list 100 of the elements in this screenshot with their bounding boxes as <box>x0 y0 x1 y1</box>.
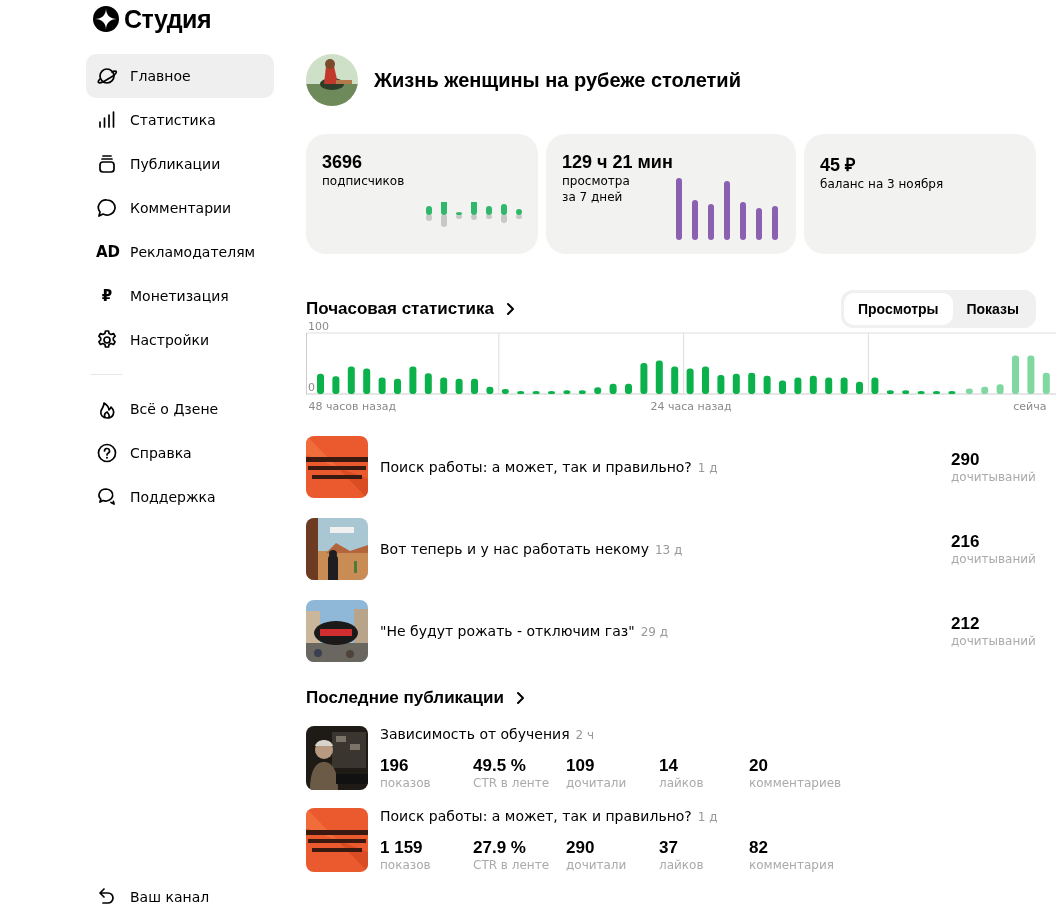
bar <box>763 375 771 394</box>
stat-value: 14 <box>659 756 679 776</box>
planet-icon <box>96 65 118 87</box>
bar <box>948 390 956 394</box>
settings-icon <box>96 329 118 351</box>
bar <box>594 387 602 394</box>
stat-value: 1 159 <box>380 838 424 858</box>
post-title[interactable]: Поиск работы: а может, так и правильно? <box>380 459 692 475</box>
stat-value: 37 <box>659 838 679 858</box>
stat-caption: подписчиков <box>322 173 406 189</box>
sidebar-item[interactable]: Всё о Дзене <box>86 387 274 431</box>
stat-value: 3696 <box>322 152 364 173</box>
bar <box>424 373 432 394</box>
bar <box>347 366 355 394</box>
logo-icon <box>92 5 120 33</box>
tab[interactable]: Просмотры <box>844 293 953 325</box>
bar <box>917 390 925 394</box>
post-age: 1 д <box>697 461 718 475</box>
stat-value: 212 <box>951 614 981 634</box>
sidebar-item[interactable]: Настройки <box>86 318 274 362</box>
chevron-icon <box>505 302 516 316</box>
help-icon <box>96 442 118 464</box>
stat-value: 82 <box>749 838 769 858</box>
axis-label: 24 часа назад <box>650 400 732 413</box>
stat-caption: показов <box>380 776 432 790</box>
speech-bubble-icon <box>96 197 118 219</box>
sidebar-item[interactable]: Справка <box>86 431 274 475</box>
bar <box>671 366 679 394</box>
bar <box>394 378 401 394</box>
bar <box>686 368 694 394</box>
bar <box>471 378 478 394</box>
bar <box>981 386 989 394</box>
stat-caption: дочитали <box>566 776 628 790</box>
chat-icon <box>96 486 118 508</box>
stat-caption: комментария <box>749 858 835 872</box>
post-age: 1 д <box>697 810 718 824</box>
section-title: Почасовая статистика <box>306 299 494 319</box>
axis-label: 100 <box>308 320 329 333</box>
bar <box>532 390 540 394</box>
stat-caption: дочитываний <box>951 634 1036 648</box>
post-age: 13 д <box>654 543 683 557</box>
stat-caption: CTR в ленте <box>473 776 551 790</box>
bar <box>732 373 740 394</box>
channel-title: Жизнь женщины на рубеже столетий <box>374 68 741 92</box>
bar <box>578 390 586 394</box>
stat-value: 49.5 % <box>473 756 527 776</box>
bar <box>794 377 802 394</box>
sidebar-item[interactable]: Ваш канал <box>86 875 274 919</box>
post-title[interactable]: Вот теперь и у нас работать некому <box>380 541 649 557</box>
axis-label: 0 <box>308 381 315 394</box>
bar <box>717 375 725 394</box>
sidebar-item[interactable]: ₽ Монетизация <box>86 274 274 318</box>
stat-value: 290 <box>566 838 596 858</box>
bar <box>965 388 973 394</box>
stat-value: 216 <box>951 532 981 552</box>
ruble-icon: ₽ <box>96 287 118 305</box>
sidebar-item[interactable]: Комментарии <box>86 186 274 230</box>
bar <box>501 389 509 394</box>
post-title[interactable]: Зависимость от обучения <box>380 726 570 742</box>
tab[interactable]: Показы <box>952 293 1033 325</box>
bar <box>455 378 463 394</box>
stat-caption: дочитали <box>566 858 628 872</box>
bar <box>856 381 863 394</box>
bar <box>548 390 555 394</box>
bar <box>1027 355 1035 394</box>
bar <box>840 377 848 394</box>
bar <box>363 368 371 394</box>
bar <box>886 390 894 394</box>
ad-icon: AD <box>96 243 118 261</box>
bar <box>1012 355 1019 394</box>
post-title[interactable]: "Не будут рожать - отключим газ" <box>380 623 635 639</box>
stat-caption: дочитываний <box>951 470 1036 484</box>
bar <box>486 386 494 394</box>
bar <box>317 373 324 394</box>
stat-caption: CTR в ленте <box>473 858 551 872</box>
stat-value: 20 <box>749 756 769 776</box>
bar <box>332 376 340 394</box>
bar <box>409 366 417 394</box>
axis-label: сейча <box>1013 400 1047 413</box>
sidebar-item[interactable]: AD Рекламодателям <box>86 230 274 274</box>
stat-value: 290 <box>951 450 981 470</box>
logo-text: Студия <box>124 4 212 34</box>
post-title[interactable]: Поиск работы: а может, так и правильно? <box>380 808 692 824</box>
sidebar-item[interactable]: Публикации <box>86 142 274 186</box>
bar <box>748 372 756 394</box>
bar <box>933 390 940 394</box>
bar <box>702 366 709 394</box>
sidebar-item[interactable]: Главное <box>86 54 274 98</box>
bar <box>625 383 632 394</box>
stat-caption: просмотра за 7 дней <box>562 173 631 205</box>
bar <box>378 377 386 394</box>
bar <box>640 362 648 394</box>
bar <box>996 384 1004 394</box>
bar <box>609 383 617 394</box>
sidebar-item[interactable]: Статистика <box>86 98 274 142</box>
stat-value: 45 ₽ <box>820 154 857 176</box>
stat-caption: лайков <box>659 776 705 790</box>
sidebar-item[interactable]: Поддержка <box>86 475 274 519</box>
section-title: Последние публикации <box>306 688 504 708</box>
stat-caption: дочитываний <box>951 552 1036 566</box>
